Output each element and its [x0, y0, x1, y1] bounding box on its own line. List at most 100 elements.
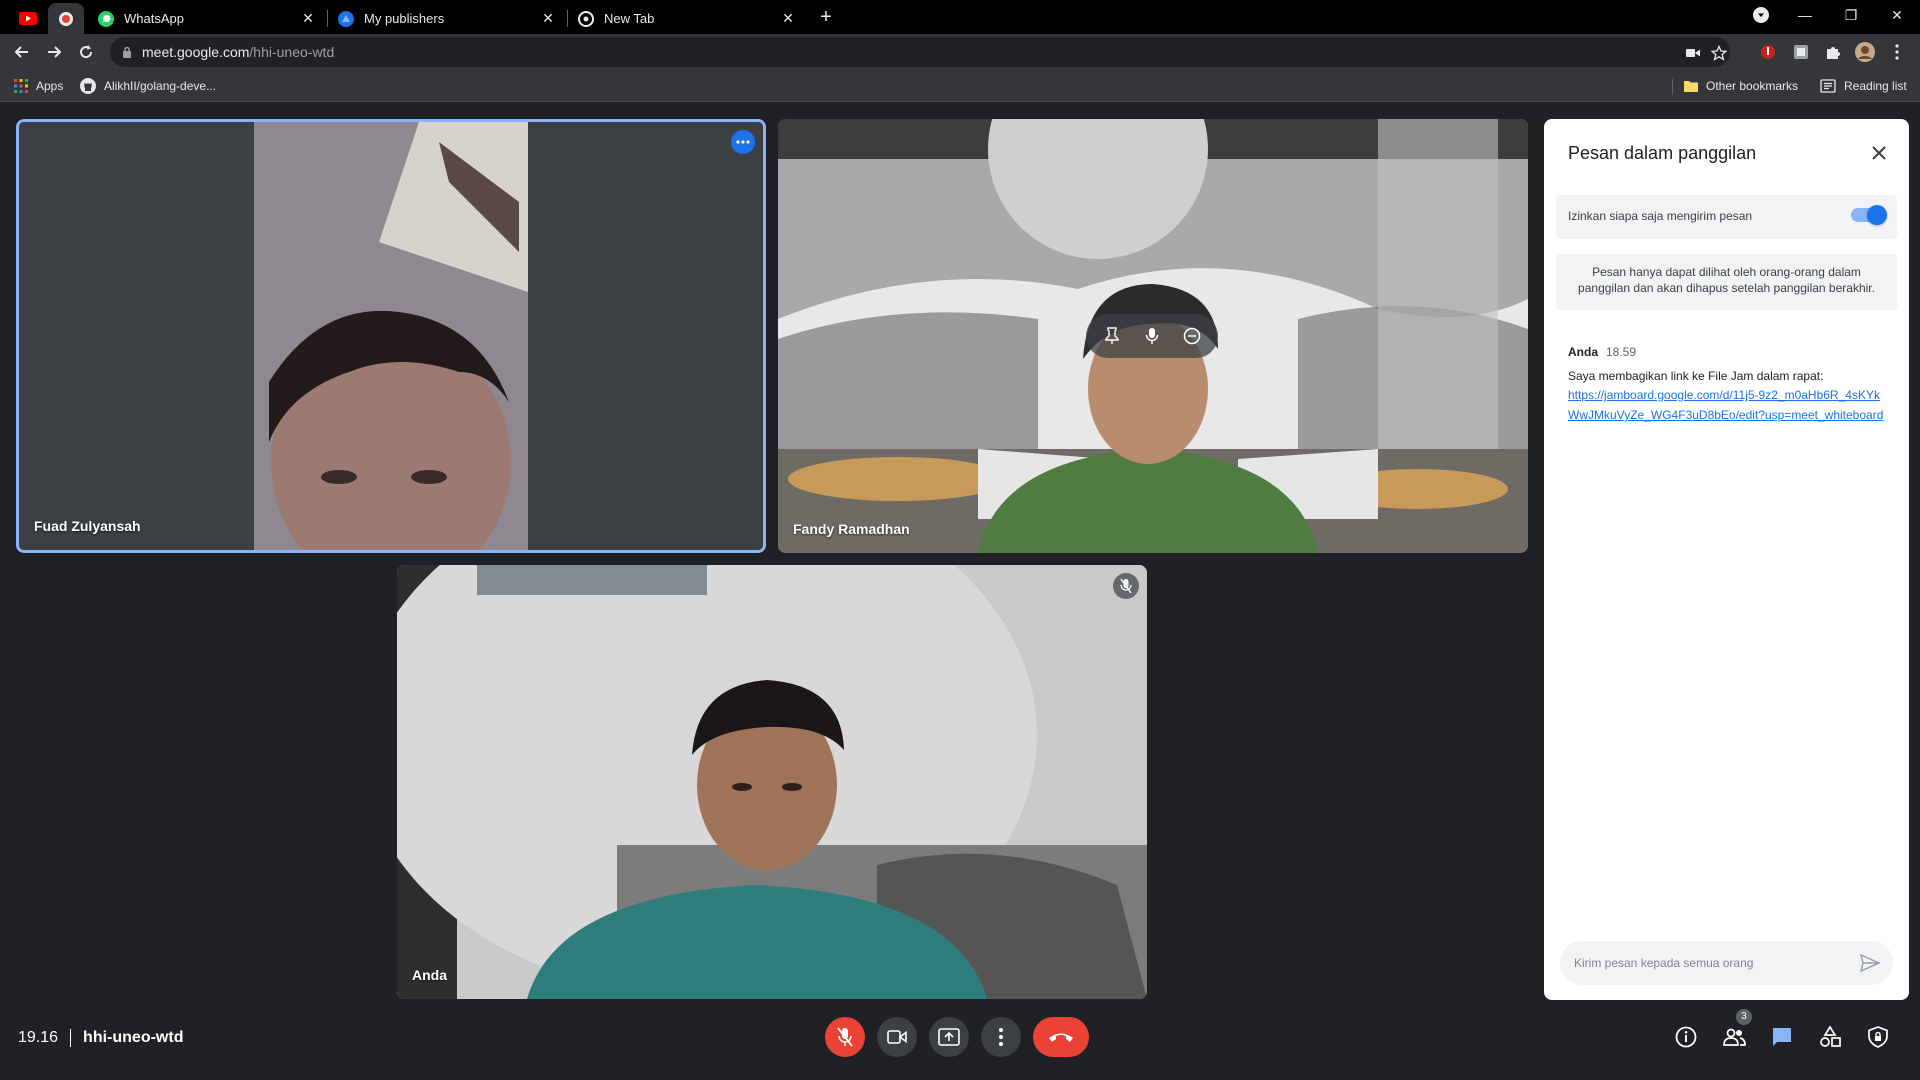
tab-my-publishers[interactable]: My publishers ✕ [328, 3, 566, 34]
shield-lock-icon [1868, 1026, 1888, 1048]
meeting-details-button[interactable] [1670, 1021, 1702, 1053]
url-host: meet.google.com [142, 44, 250, 60]
window-close-icon[interactable]: ✕ [1874, 0, 1920, 30]
participant-hover-controls [1086, 314, 1218, 358]
apps-grid-icon [14, 79, 28, 93]
tab-new-tab[interactable]: New Tab ✕ [568, 3, 806, 34]
forward-button[interactable] [40, 38, 68, 66]
chat-input-box [1560, 941, 1893, 985]
remove-icon[interactable] [1174, 318, 1210, 354]
pin-icon[interactable] [1094, 318, 1130, 354]
chat-info-notice: Pesan hanya dapat dilihat oleh orang-ora… [1556, 254, 1897, 310]
allow-messages-toggle[interactable] [1851, 205, 1887, 225]
activities-button[interactable] [1814, 1021, 1846, 1053]
extension-red-icon[interactable] [1758, 42, 1778, 62]
youtube-icon [19, 12, 37, 25]
close-icon[interactable]: ✕ [780, 10, 796, 27]
allow-messages-label: Izinkan siapa saja mengirim pesan [1568, 209, 1753, 223]
chat-title: Pesan dalam panggilan [1568, 143, 1757, 163]
bookmarks-divider [1672, 79, 1673, 95]
present-screen-icon [938, 1028, 960, 1046]
close-icon [1872, 146, 1886, 160]
bookmarks-bar: Apps AlikhII/golang-deve... Other bookma… [0, 70, 1920, 102]
more-options-button[interactable] [731, 130, 755, 154]
url-text: meet.google.com/hhi-uneo-wtd [142, 44, 334, 60]
leave-call-button[interactable] [1033, 1017, 1089, 1057]
info-icon [1675, 1026, 1697, 1048]
participant-video-fuad [19, 122, 763, 550]
meeting-code: hhi-uneo-wtd [83, 1029, 184, 1046]
mic-off-icon [837, 1027, 853, 1047]
send-message-button[interactable] [1859, 952, 1881, 974]
bookmark-reading-list[interactable]: Reading list [1820, 77, 1907, 95]
close-icon[interactable]: ✕ [300, 10, 316, 27]
meeting-info-divider [70, 1029, 72, 1047]
reload-icon [80, 45, 93, 59]
publishers-icon [338, 10, 354, 27]
chat-message: Anda 18.59 Saya membagikan link ke File J… [1568, 343, 1888, 425]
url-path: /hhi-uneo-wtd [249, 44, 335, 60]
show-participants-button[interactable]: 3 [1718, 1009, 1752, 1053]
arrow-left-icon [14, 46, 28, 58]
present-screen-button[interactable] [929, 1017, 969, 1057]
minimize-icon[interactable]: — [1782, 0, 1828, 30]
reading-list-icon [1820, 79, 1836, 93]
bookmark-label: Reading list [1844, 79, 1907, 93]
bookmark-label: AlikhII/golang-deve... [104, 79, 217, 93]
extension-gray-icon[interactable] [1791, 42, 1811, 62]
microphone-icon[interactable] [1134, 318, 1170, 354]
pinned-tab-recording[interactable] [48, 3, 84, 34]
participant-tile-self[interactable]: Anda [397, 565, 1147, 999]
browser-menu-icon[interactable] [1887, 42, 1907, 62]
new-tab-button[interactable]: + [815, 6, 837, 28]
allow-messages-row: Izinkan siapa saja mengirim pesan [1556, 195, 1897, 239]
toggle-microphone-button[interactable] [825, 1017, 865, 1057]
github-icon [80, 78, 96, 94]
recording-icon [59, 11, 73, 26]
tab-title: New Tab [604, 11, 655, 26]
meeting-info: 19.16 hhi-uneo-wtd [18, 1028, 183, 1048]
extensions-puzzle-icon[interactable] [1823, 42, 1843, 62]
participant-tile-fuad[interactable]: Fuad Zulyansah [16, 119, 766, 553]
more-options-button[interactable] [981, 1017, 1021, 1057]
address-bar[interactable]: meet.google.com/hhi-uneo-wtd [110, 37, 1730, 67]
tab-title: WhatsApp [124, 11, 184, 26]
pinned-tab-youtube[interactable] [10, 3, 46, 34]
reload-button[interactable] [72, 38, 100, 66]
chat-button[interactable] [1766, 1021, 1798, 1053]
browser-tab-bar: WhatsApp ✕ My publishers ✕ New Tab ✕ + —… [0, 0, 1920, 34]
people-icon [1723, 1028, 1746, 1046]
message-link[interactable]: https://jamboard.google.com/d/11j5-9z2_m… [1568, 385, 1888, 425]
chat-message-input[interactable] [1574, 953, 1844, 973]
tab-whatsapp[interactable]: WhatsApp ✕ [88, 3, 326, 34]
bookmark-star-icon[interactable] [1710, 44, 1728, 62]
restore-icon[interactable]: ❐ [1828, 0, 1874, 30]
host-controls-button[interactable] [1862, 1021, 1894, 1053]
participant-tile-fandy[interactable]: Fandy Ramadhan [778, 119, 1528, 553]
message-sender: Anda [1568, 345, 1598, 359]
bookmark-other-bookmarks[interactable]: Other bookmarks [1684, 77, 1798, 95]
browser-toolbar: meet.google.com/hhi-uneo-wtd [0, 34, 1920, 70]
chat-panel: Pesan dalam panggilan Izinkan siapa saja… [1544, 119, 1909, 1000]
close-chat-button[interactable] [1865, 139, 1893, 167]
participant-name: Fandy Ramadhan [793, 521, 910, 537]
meeting-time: 19.16 [18, 1029, 59, 1046]
bookmark-apps[interactable]: Apps [14, 77, 63, 95]
profile-avatar-icon[interactable] [1855, 42, 1875, 62]
toggle-camera-button[interactable] [877, 1017, 917, 1057]
profile-dropdown-icon[interactable] [1738, 0, 1784, 30]
tab-title: My publishers [364, 11, 445, 26]
meet-app: Fuad Zulyansah Fandy Ramadhan Anda Pesan… [0, 103, 1920, 1080]
message-time: 18.59 [1606, 345, 1637, 359]
close-icon[interactable]: ✕ [540, 10, 556, 27]
activities-icon [1820, 1026, 1841, 1047]
back-button[interactable] [8, 38, 36, 66]
more-horizontal-icon [736, 140, 750, 144]
participant-video-self [397, 565, 1147, 999]
whatsapp-icon [98, 10, 114, 27]
bookmark-github[interactable]: AlikhII/golang-deve... [80, 77, 216, 95]
participant-count-badge: 3 [1736, 1009, 1752, 1025]
camera-in-use-icon[interactable] [1684, 44, 1702, 62]
message-text: Saya membagikan link ke File Jam dalam r… [1568, 369, 1824, 383]
camera-icon [887, 1030, 907, 1044]
